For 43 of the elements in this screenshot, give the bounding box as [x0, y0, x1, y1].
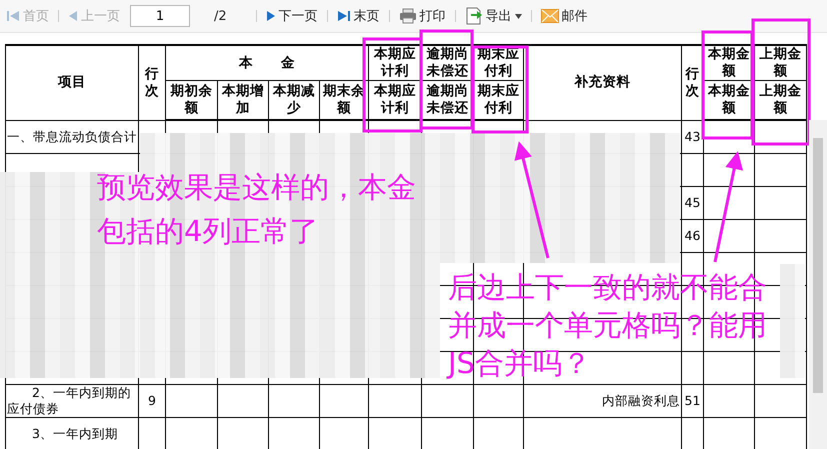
page-number-field[interactable]: 1 [130, 5, 190, 27]
column-header: 上期金额 [754, 45, 806, 80]
toolbar-button[interactable]: 打印 [396, 7, 448, 25]
table-cell: 3、一年内到期 [32, 426, 118, 441]
column-header: 本期应计利 [368, 80, 422, 120]
table-cell: 9 [148, 393, 156, 408]
next-icon [266, 9, 276, 23]
table-cell: 一、带息流动负债合计 [7, 128, 137, 144]
column-header: 上期金额 [754, 80, 806, 120]
annotation-text: 预览效果是这样的，本金包括的4列正常了 [97, 169, 417, 250]
column-header: 行次 [138, 45, 166, 120]
printer-icon [398, 8, 417, 24]
table-cell: 45 [684, 195, 700, 210]
column-header: 逾期尚未偿还 [422, 45, 474, 80]
column-header: 本期增加 [218, 80, 268, 120]
column-header: 期初余额 [166, 80, 218, 120]
column-header: 期末应付利 [474, 80, 524, 120]
table-cell: 46 [684, 228, 700, 243]
column-header: 本期应计利 [368, 45, 422, 80]
toolbar-button[interactable]: 末页 [334, 7, 382, 25]
table-cell: 43 [684, 128, 700, 144]
scrollbar[interactable] [809, 120, 827, 449]
toolbar-button[interactable]: 邮件 [538, 7, 590, 25]
toolbar-button[interactable]: 下一页 [264, 7, 320, 25]
column-header: 补充资料 [524, 45, 682, 120]
last-page-icon [336, 9, 351, 23]
first-page-icon [6, 9, 20, 23]
column-header: 项目 [6, 45, 138, 120]
table-cell: 2、一年内到期的应付债券 [7, 385, 131, 416]
column-header: 本期减少 [268, 80, 320, 120]
column-header: 本期金额 [704, 80, 754, 120]
caret-icon [514, 14, 522, 18]
export-icon [464, 7, 483, 25]
column-header: 本 金 [166, 45, 368, 80]
column-header: 行次 [682, 45, 704, 120]
column-header: 本期金额 [704, 45, 754, 80]
previous-icon [68, 9, 78, 23]
table-cell: 51 [684, 393, 700, 408]
table-cell: 内部融资利息 [602, 393, 680, 408]
toolbar-button[interactable]: 导出 [462, 7, 524, 25]
envelope-icon [540, 9, 559, 23]
column-header: 逾期尚未偿还 [422, 80, 474, 120]
page-total: /2 [214, 8, 227, 24]
